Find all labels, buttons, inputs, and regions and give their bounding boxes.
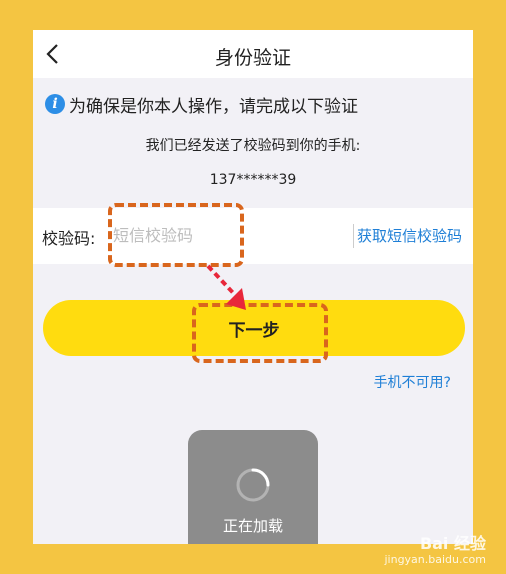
loading-toast: 正在加载 [188, 430, 318, 544]
nav-bar: 身份验证 [33, 30, 473, 78]
code-label: 校验码: [42, 229, 96, 248]
phone-unavailable-link[interactable]: 手机不可用? [374, 372, 451, 392]
phone-screen: 身份验证 i 为确保是你本人操作，请完成以下验证 我们已经发送了校验码到你的手机… [33, 30, 473, 544]
code-sent-message: 我们已经发送了校验码到你的手机: [145, 138, 361, 154]
info-icon: i [45, 94, 65, 114]
next-button[interactable]: 下一步 [43, 300, 465, 356]
page-title: 身份验证 [214, 47, 291, 69]
watermark: Bai 经验 jingyan.baidu.com [384, 533, 486, 566]
sms-code-input[interactable] [113, 220, 293, 250]
get-sms-code-button[interactable]: 获取短信校验码 [357, 225, 462, 246]
notice-text: 为确保是你本人操作，请完成以下验证 [69, 96, 358, 117]
loading-text: 正在加载 [222, 517, 283, 535]
verification-notice: i 为确保是你本人操作，请完成以下验证 [45, 92, 358, 117]
code-input-row: 校验码: 获取短信校验码 [33, 208, 473, 264]
divider [353, 224, 354, 248]
masked-phone-number: 137******39 [209, 172, 297, 188]
loading-spinner-icon [236, 468, 270, 502]
next-button-label: 下一步 [228, 320, 280, 341]
